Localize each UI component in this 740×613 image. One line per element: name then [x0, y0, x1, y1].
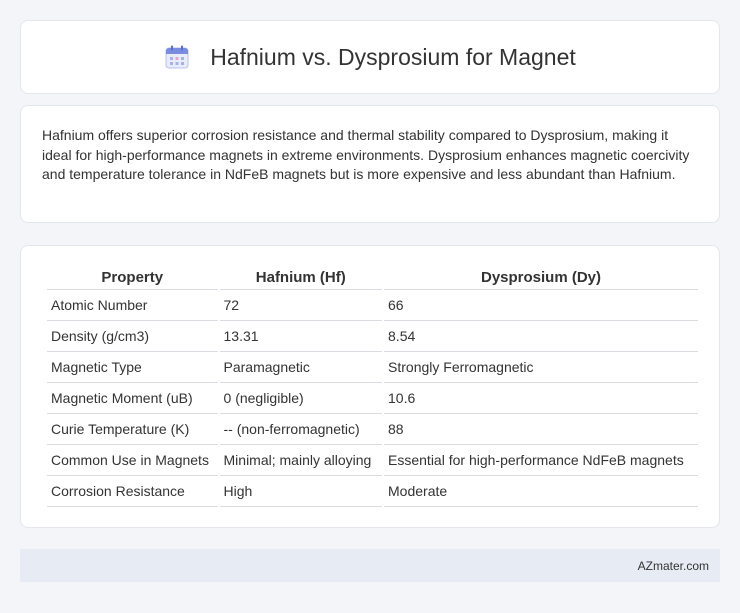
property-cell: Density (g/cm3) [47, 321, 218, 352]
property-cell: Atomic Number [47, 290, 218, 321]
dysprosium-cell: 8.54 [384, 321, 698, 352]
property-cell: Magnetic Type [47, 352, 218, 383]
column-header-dysprosium: Dysprosium (Dy) [384, 268, 698, 290]
dysprosium-cell: 88 [384, 414, 698, 445]
table-row: Magnetic Moment (uB) 0 (negligible) 10.6 [47, 383, 698, 414]
table-row: Common Use in Magnets Minimal; mainly al… [47, 445, 698, 476]
property-cell: Corrosion Resistance [47, 476, 218, 507]
title-card: Hafnium vs. Dysprosium for Magnet [20, 20, 720, 94]
hafnium-cell: 13.31 [219, 321, 383, 352]
page-title: Hafnium vs. Dysprosium for Magnet [210, 43, 576, 70]
property-cell: Common Use in Magnets [47, 445, 218, 476]
hafnium-cell: High [219, 476, 383, 507]
hafnium-cell: Paramagnetic [219, 352, 383, 383]
table-header-row: Property Hafnium (Hf) Dysprosium (Dy) [47, 268, 698, 290]
dysprosium-cell: Strongly Ferromagnetic [384, 352, 698, 383]
column-header-property: Property [47, 268, 218, 290]
table-row: Curie Temperature (K) -- (non-ferromagne… [47, 414, 698, 445]
summary-text: Hafnium offers superior corrosion resist… [42, 127, 690, 182]
footer: AZmater.com [20, 549, 720, 582]
hafnium-cell: -- (non-ferromagnetic) [219, 414, 383, 445]
property-cell: Curie Temperature (K) [47, 414, 218, 445]
hafnium-cell: 0 (negligible) [219, 383, 383, 414]
summary-card: Hafnium offers superior corrosion resist… [20, 105, 720, 223]
footer-brand: AZmater.com [637, 558, 709, 573]
table-row: Corrosion Resistance High Moderate [47, 476, 698, 507]
table-row: Density (g/cm3) 13.31 8.54 [47, 321, 698, 352]
column-header-hafnium: Hafnium (Hf) [219, 268, 383, 290]
dysprosium-cell: Moderate [384, 476, 698, 507]
property-cell: Magnetic Moment (uB) [47, 383, 218, 414]
dysprosium-cell: Essential for high-performance NdFeB mag… [384, 445, 698, 476]
hafnium-cell: Minimal; mainly alloying [219, 445, 383, 476]
table-row: Atomic Number 72 66 [47, 290, 698, 321]
dysprosium-cell: 10.6 [384, 383, 698, 414]
dysprosium-cell: 66 [384, 290, 698, 321]
hafnium-cell: 72 [219, 290, 383, 321]
table-row: Magnetic Type Paramagnetic Strongly Ferr… [47, 352, 698, 383]
comparison-table: Property Hafnium (Hf) Dysprosium (Dy) At… [45, 268, 700, 507]
comparison-table-card: Property Hafnium (Hf) Dysprosium (Dy) At… [20, 245, 720, 528]
calendar-icon [164, 44, 190, 70]
